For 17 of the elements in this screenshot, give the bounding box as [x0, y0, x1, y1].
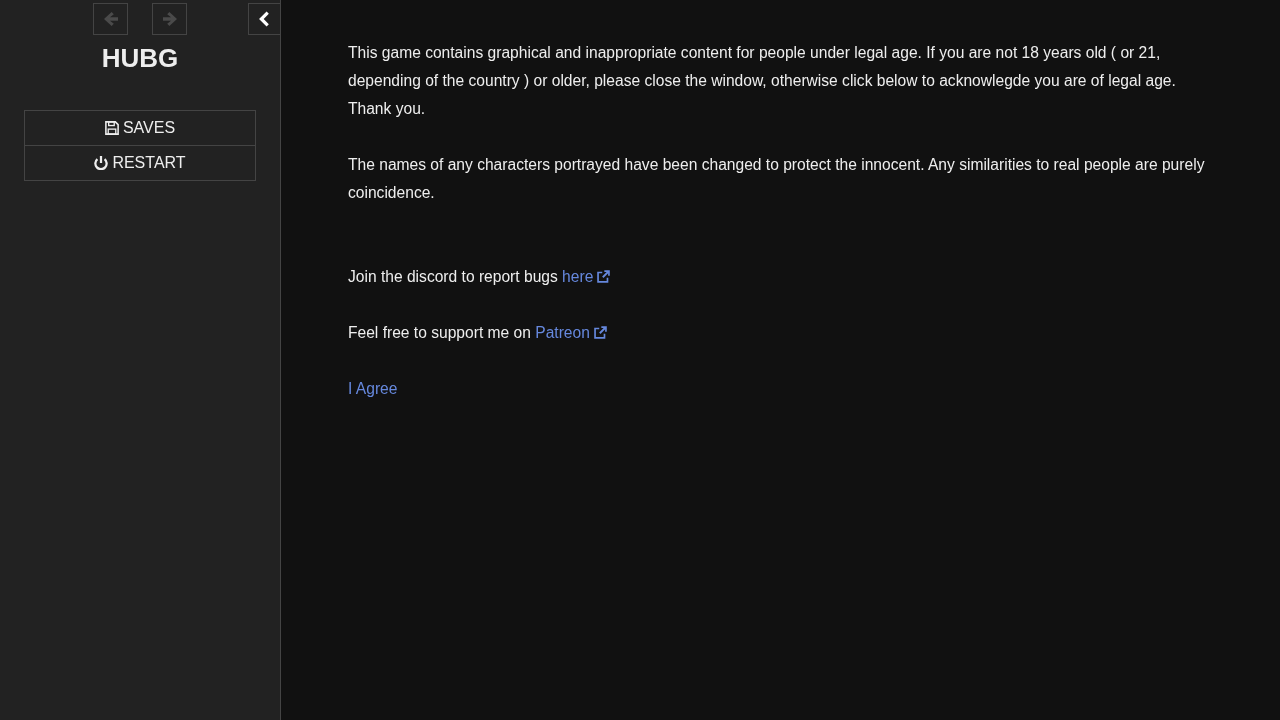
- restart-button[interactable]: RESTART: [25, 146, 255, 180]
- link-paragraph: Feel free to support me on Patreon: [348, 319, 1220, 347]
- sidebar-toggle-button[interactable]: [248, 3, 281, 35]
- link-paragraph: Join the discord to report bugs here: [348, 263, 1220, 291]
- notice-paragraph: The names of any characters portrayed have been changed to protect the innocent. Any similarities to real people are purely coincidence.: [348, 155, 1206, 203]
- arrow-left-icon: [103, 12, 118, 26]
- external-link-icon: [593, 326, 607, 339]
- arrow-right-icon: [162, 12, 177, 26]
- chevron-left-icon: [259, 11, 270, 27]
- notice-paragraph: This game contains graphical and inappropriate content for people under legal age. If you are not 18 years old ( or 21, depending of the country ) or older, please close the window, otherwise click below to acknowlegde you are of legal age. Thank you.: [348, 43, 1177, 119]
- external-link[interactable]: here: [562, 268, 611, 285]
- external-link[interactable]: Patreon: [535, 324, 607, 341]
- agree-link[interactable]: I Agree: [348, 375, 398, 403]
- power-icon: [94, 156, 109, 170]
- story-title: HUBG: [101, 43, 179, 74]
- external-link-icon: [597, 270, 611, 283]
- saves-button[interactable]: SAVES: [25, 111, 255, 145]
